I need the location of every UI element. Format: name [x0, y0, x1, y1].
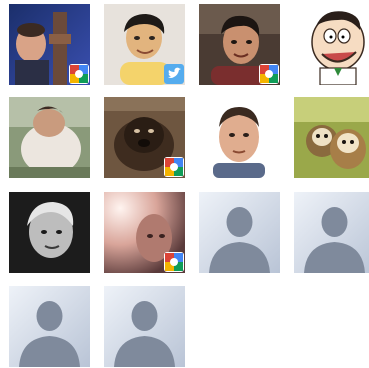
google-icon: [69, 64, 89, 84]
avatar-photo: [294, 4, 369, 85]
google-icon: [164, 252, 184, 272]
avatar-photo: [294, 97, 369, 178]
contact-avatar-3[interactable]: [199, 4, 280, 85]
contact-avatar-5[interactable]: [9, 97, 90, 178]
default-avatar-icon: [294, 192, 369, 273]
google-icon: [259, 64, 279, 84]
contact-avatar-8[interactable]: [294, 97, 369, 178]
contact-avatar-2[interactable]: [104, 4, 185, 85]
default-avatar-icon: [9, 286, 90, 367]
twitter-icon: [164, 64, 184, 84]
avatar-photo: [9, 97, 90, 178]
contact-avatar-grid: [9, 4, 369, 368]
contact-avatar-10[interactable]: [104, 192, 185, 273]
avatar-photo: [9, 192, 90, 273]
default-avatar-icon: [104, 286, 185, 367]
contact-avatar-6[interactable]: [104, 97, 185, 178]
contact-avatar-7[interactable]: [199, 97, 280, 178]
google-icon: [164, 157, 184, 177]
contact-avatar-14[interactable]: [104, 286, 185, 367]
avatar-photo: [199, 97, 280, 178]
contact-avatar-4[interactable]: [294, 4, 369, 85]
contact-avatar-11[interactable]: [199, 192, 280, 273]
contact-avatar-12[interactable]: [294, 192, 369, 273]
contact-avatar-1[interactable]: [9, 4, 90, 85]
default-avatar-icon: [199, 192, 280, 273]
contact-avatar-9[interactable]: [9, 192, 90, 273]
contact-avatar-13[interactable]: [9, 286, 90, 367]
